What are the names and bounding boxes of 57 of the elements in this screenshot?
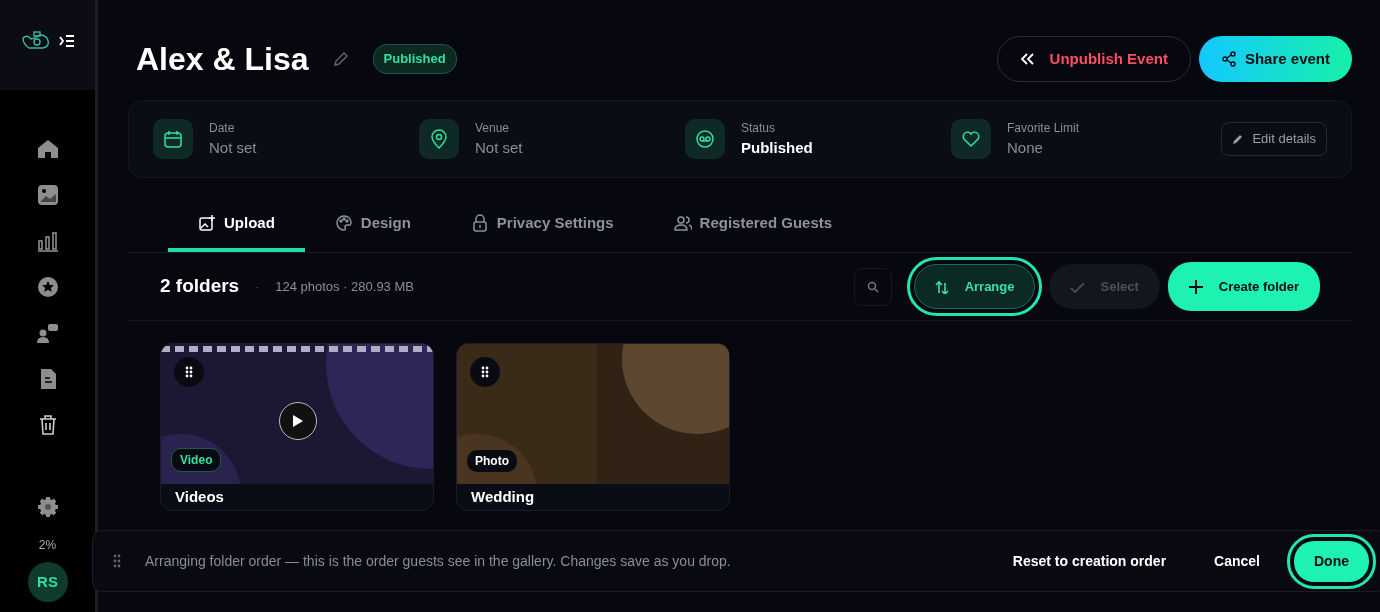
pencil-icon (1232, 133, 1245, 145)
menu-icon[interactable] (58, 34, 75, 48)
event-title: Alex & Lisa (136, 39, 309, 79)
people-icon (673, 213, 692, 232)
text-button[interactable]: Reset to creation order (992, 540, 1187, 582)
lock-icon (470, 213, 489, 232)
media-type-badge: Video (171, 448, 222, 472)
people-chat-icon[interactable] (36, 322, 59, 344)
checkmark-icon (1070, 279, 1085, 294)
edit-details-button[interactable]: Edit details (1221, 122, 1327, 156)
detail-label: Date (209, 119, 236, 137)
logo-icon (20, 30, 51, 52)
play-icon (292, 414, 304, 428)
detail-label: Status (741, 119, 777, 137)
edit-icon[interactable] (332, 51, 349, 67)
create-button[interactable]: Create folder (1167, 261, 1320, 312)
separator-dot: · (255, 278, 260, 296)
grip-dots-icon (113, 554, 121, 568)
status-icon (685, 119, 725, 159)
tab[interactable]: Registered Guests (643, 211, 863, 252)
folder-card[interactable]: Video Videos (160, 343, 434, 511)
tab[interactable]: Privacy Settings (440, 211, 644, 252)
plus-icon (1188, 279, 1203, 294)
detail-value: Not set (475, 137, 523, 158)
avatar[interactable]: RS (27, 562, 68, 602)
text-button[interactable]: Cancel (1194, 540, 1280, 582)
status-badge: Published (372, 44, 457, 74)
tab[interactable]: Design (304, 211, 441, 252)
tab[interactable]: Upload (168, 211, 305, 252)
location-pin-icon (419, 119, 459, 159)
settings-icon[interactable] (36, 496, 59, 518)
share-icon (1220, 51, 1237, 67)
sort-arrows-icon (934, 279, 949, 294)
folder-count: 2 folders (160, 274, 240, 299)
bar-chart-icon[interactable] (36, 230, 59, 252)
folder-name: Wedding (470, 487, 536, 507)
grip-dots-icon (185, 366, 193, 378)
calendar-icon (153, 119, 193, 159)
media-type-badge: Photo (467, 450, 517, 472)
search-icon (866, 280, 879, 293)
storage-usage: 2% (38, 537, 57, 554)
palette-icon (334, 213, 353, 232)
grip-dots-icon (481, 366, 489, 378)
detail-label: Favorite Limit (1007, 119, 1080, 137)
storage-summary: 124 photos · 280.93 MB (275, 277, 414, 296)
folder-card[interactable]: Photo Wedding (456, 343, 730, 511)
detail-label: Venue (475, 119, 511, 137)
double-chevron-icon (1019, 53, 1034, 65)
arrange-hint: Arranging folder order — this is the order guests see in the gallery. Changes save as you drop. (145, 551, 731, 571)
folder-name: Videos (174, 487, 225, 507)
detail-value: Published (741, 137, 813, 158)
image-add-icon (198, 213, 216, 232)
image-icon[interactable] (36, 184, 59, 206)
share-button[interactable]: Share event (1198, 35, 1352, 83)
detail-value: Not set (209, 137, 257, 158)
home-icon[interactable] (36, 138, 59, 160)
detail-value: None (1007, 137, 1044, 158)
